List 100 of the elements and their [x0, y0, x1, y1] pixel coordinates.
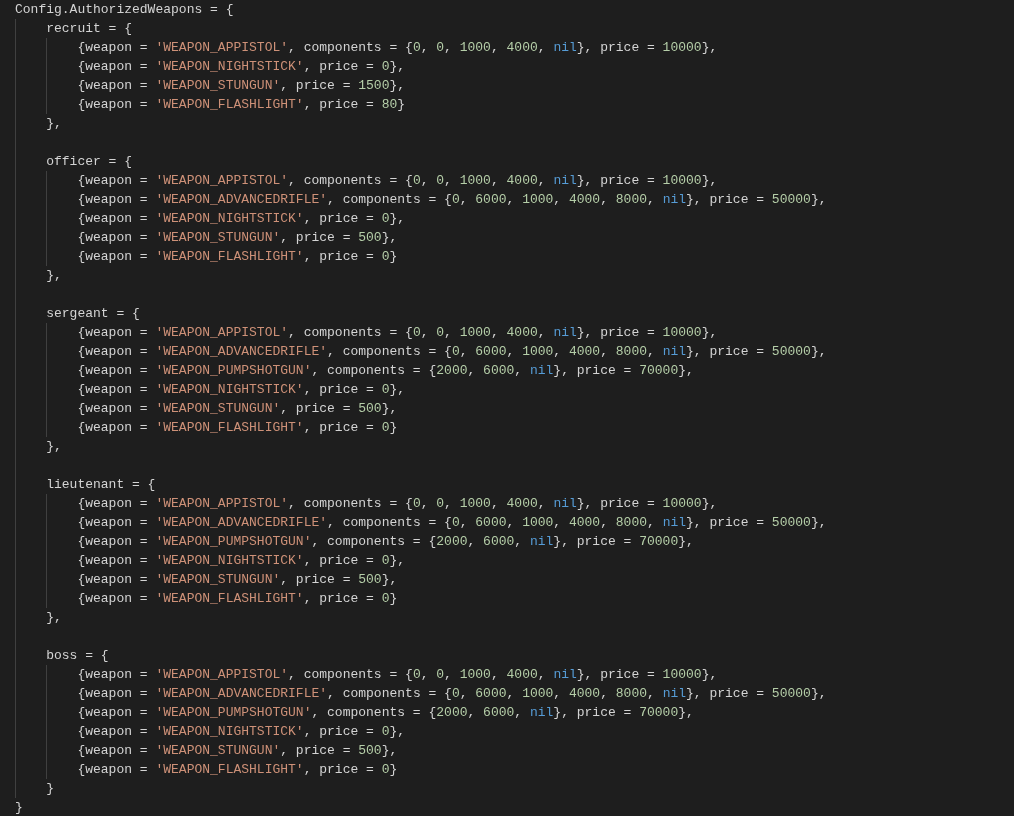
code-text: ,	[600, 344, 609, 359]
code-text: }	[389, 591, 398, 606]
number-literal: 4000	[568, 515, 601, 530]
keyword: nil	[553, 496, 577, 511]
code-text: ,	[506, 344, 516, 359]
code-text: },	[381, 572, 398, 587]
string-literal: 'WEAPON_FLASHLIGHT'	[155, 97, 304, 112]
number-literal: 0	[436, 325, 445, 340]
code-text: },	[678, 534, 694, 549]
number-literal: 6000	[483, 534, 515, 549]
code-text: , price =	[303, 211, 375, 226]
number-literal: 1500	[358, 78, 390, 93]
code-text: {weapon =	[77, 420, 149, 435]
code-text: },	[810, 192, 827, 207]
keyword: nil	[529, 363, 554, 378]
code-text: {weapon =	[77, 173, 149, 188]
code-text: }	[389, 249, 398, 264]
string-literal: 'WEAPON_FLASHLIGHT'	[155, 762, 304, 777]
code-text: , price =	[303, 59, 375, 74]
code-text: },	[389, 211, 406, 226]
code-text: {weapon =	[77, 192, 149, 207]
string-literal: 'WEAPON_NIGHTSTICK'	[155, 211, 304, 226]
number-literal: 1000	[522, 344, 554, 359]
number-literal: 8000	[615, 344, 647, 359]
keyword: nil	[529, 534, 554, 549]
code-text: {weapon =	[77, 724, 149, 739]
string-literal: 'WEAPON_STUNGUN'	[155, 78, 281, 93]
code-text: }, price =	[553, 534, 633, 549]
number-literal: 500	[358, 401, 382, 416]
number-literal: 70000	[639, 534, 679, 549]
string-literal: 'WEAPON_PUMPSHOTGUN'	[155, 363, 312, 378]
code-text: },	[810, 686, 827, 701]
number-literal: 1000	[522, 192, 554, 207]
code-text: , components = {	[311, 363, 437, 378]
code-text: , components = {	[311, 534, 437, 549]
code-text: , price =	[303, 591, 375, 606]
code-text: ,	[514, 363, 524, 378]
code-text: ,	[444, 667, 453, 682]
number-literal: 1000	[522, 515, 554, 530]
code-text: {weapon =	[77, 515, 149, 530]
code-text: , components = {	[327, 192, 452, 207]
code-text: , components = {	[288, 667, 413, 682]
number-literal: 0	[381, 211, 390, 226]
code-text: , price =	[303, 420, 375, 435]
code-text: ,	[514, 705, 524, 720]
code-text: }	[46, 781, 54, 796]
code-text: ,	[553, 192, 563, 207]
code-text: sergeant = {	[46, 306, 140, 321]
code-text: }, price =	[576, 325, 656, 340]
number-literal: 0	[381, 724, 390, 739]
code-text: },	[810, 515, 827, 530]
number-literal: 1000	[459, 496, 491, 511]
number-literal: 50000	[771, 192, 811, 207]
number-literal: 0	[436, 667, 445, 682]
code-text: {weapon =	[77, 230, 149, 245]
code-text: },	[46, 268, 62, 283]
code-text: },	[46, 610, 62, 625]
number-literal: 0	[412, 40, 421, 55]
code-text: ,	[506, 192, 516, 207]
code-text: },	[389, 382, 406, 397]
code-text: ,	[490, 325, 500, 340]
string-literal: 'WEAPON_ADVANCEDRIFLE'	[155, 686, 328, 701]
code-text: , components = {	[327, 515, 452, 530]
number-literal: 4000	[506, 173, 538, 188]
code-text: , price =	[303, 249, 375, 264]
code-text: {weapon =	[77, 667, 149, 682]
number-literal: 0	[451, 686, 460, 701]
code-text: ,	[459, 192, 469, 207]
code-text: },	[389, 553, 406, 568]
code-text: ,	[537, 325, 547, 340]
code-text: ,	[459, 515, 469, 530]
code-text: }, price =	[686, 344, 766, 359]
code-text: , price =	[280, 743, 352, 758]
code-text: ,	[600, 515, 609, 530]
code-text: , price =	[280, 572, 352, 587]
code-text: , components = {	[327, 344, 452, 359]
number-literal: 6000	[483, 705, 515, 720]
string-literal: 'WEAPON_PUMPSHOTGUN'	[155, 534, 312, 549]
code-text: },	[701, 667, 718, 682]
number-literal: 1000	[459, 325, 491, 340]
number-literal: 10000	[662, 667, 702, 682]
code-text: ,	[647, 344, 656, 359]
number-literal: 0	[451, 344, 460, 359]
code-text: ,	[537, 496, 547, 511]
keyword: nil	[662, 686, 687, 701]
code-text: {weapon =	[77, 572, 149, 587]
code-text: ,	[490, 173, 500, 188]
string-literal: 'WEAPON_STUNGUN'	[155, 401, 281, 416]
code-text: , price =	[280, 401, 352, 416]
number-literal: 8000	[615, 192, 647, 207]
string-literal: 'WEAPON_STUNGUN'	[155, 743, 281, 758]
code-text: }	[389, 762, 398, 777]
code-text: },	[381, 230, 398, 245]
number-literal: 0	[412, 496, 421, 511]
code-text: ,	[444, 325, 453, 340]
number-literal: 6000	[483, 363, 515, 378]
code-text: ,	[506, 686, 516, 701]
number-literal: 500	[358, 572, 382, 587]
number-literal: 0	[412, 325, 421, 340]
number-literal: 4000	[568, 344, 601, 359]
